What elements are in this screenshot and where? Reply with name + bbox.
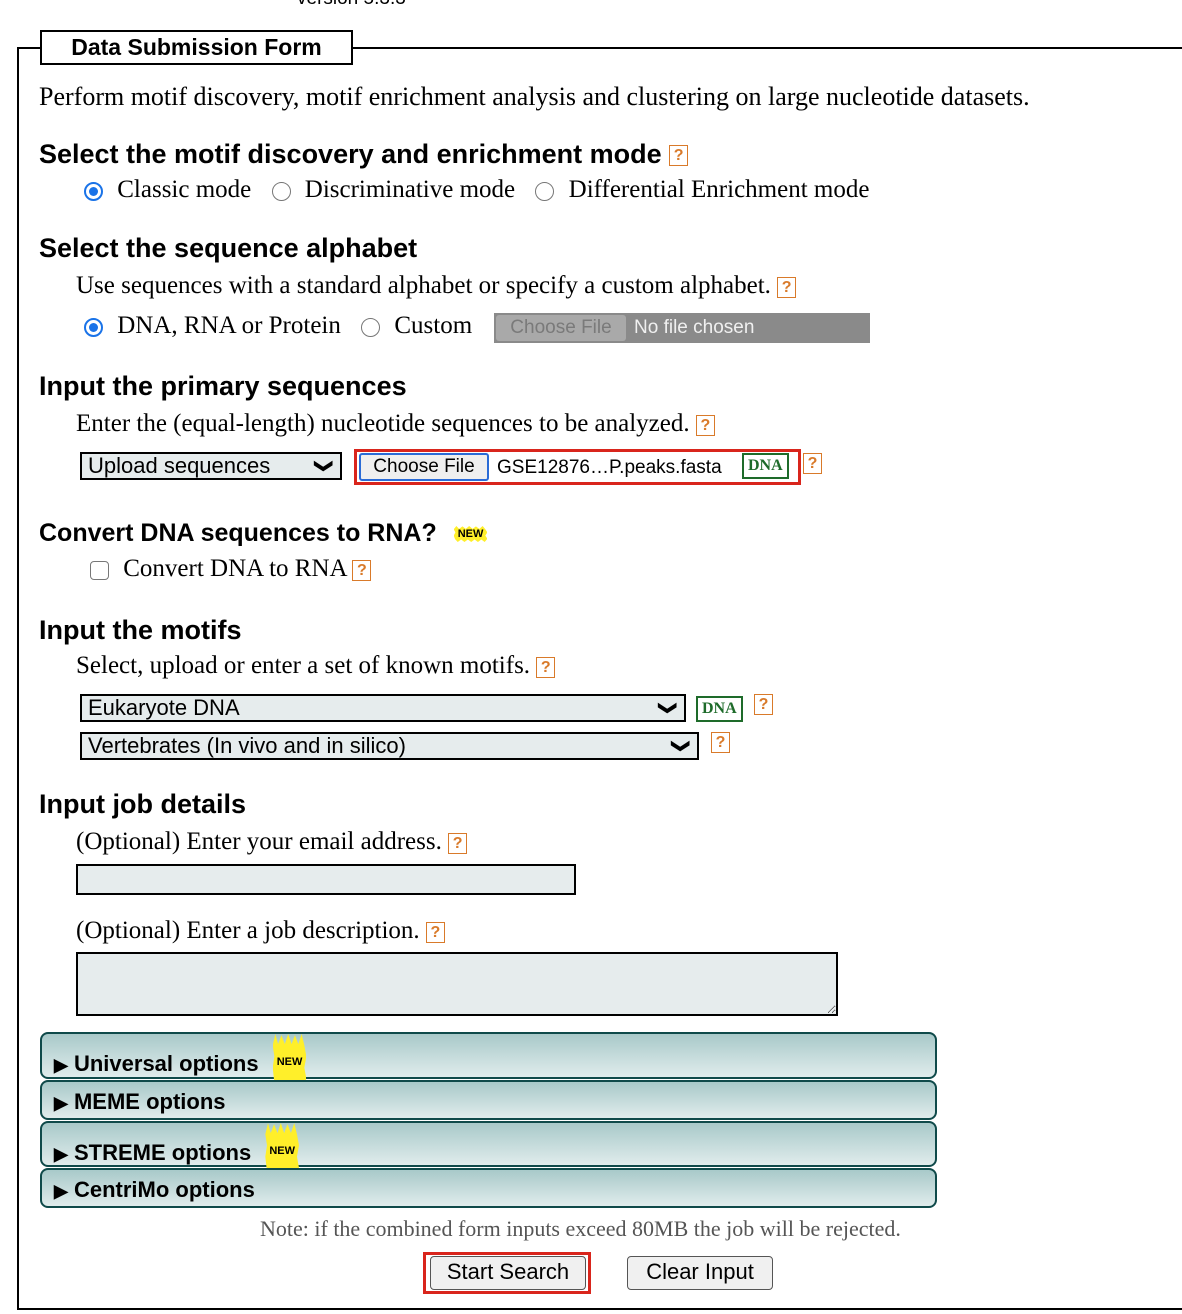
job-description-textarea[interactable] bbox=[76, 952, 838, 1016]
help-icon[interactable]: ? bbox=[695, 414, 715, 436]
radio-standard-alphabet[interactable] bbox=[84, 317, 103, 337]
chevron-down-icon: ❯ bbox=[658, 700, 679, 716]
sequence-source-value: Upload sequences bbox=[88, 453, 271, 478]
panel-label: Universal options bbox=[73, 1051, 259, 1076]
motifs-subtext-text: Select, upload or enter a set of known m… bbox=[76, 652, 531, 679]
motif-database-value: Eukaryote DNA bbox=[88, 695, 240, 720]
choose-file-button[interactable]: Choose File bbox=[359, 453, 489, 481]
description-label-text: (Optional) Enter a job description. bbox=[76, 917, 420, 944]
primary-subtext-text: Enter the (equal-length) nucleotide sequ… bbox=[76, 410, 690, 437]
help-icon[interactable]: ? bbox=[777, 276, 797, 298]
help-icon[interactable]: ? bbox=[536, 656, 556, 678]
version-label: version 5.3.3 bbox=[297, 0, 406, 10]
help-icon-wrap: ? bbox=[803, 453, 822, 474]
form-description: Perform motif discovery, motif enrichmen… bbox=[39, 82, 1030, 111]
chevron-down-icon: ❯ bbox=[671, 738, 692, 754]
meme-options-panel[interactable]: ▶ MEME options bbox=[40, 1080, 937, 1120]
form-legend: Data Submission Form bbox=[40, 30, 353, 65]
email-label: (Optional) Enter your email address. ? bbox=[76, 828, 468, 856]
clear-input-button[interactable]: Clear Input bbox=[627, 1256, 773, 1290]
help-icon[interactable]: ? bbox=[425, 921, 445, 943]
job-heading: Input job details bbox=[39, 789, 246, 819]
motif-subset-value: Vertebrates (In vivo and in silico) bbox=[88, 733, 406, 758]
panel-label: CentriMo options bbox=[73, 1177, 255, 1202]
expand-triangle-icon: ▶ bbox=[54, 1144, 68, 1164]
radio-label-differential: Differential Enrichment mode bbox=[568, 176, 870, 203]
radio-classic-mode[interactable] bbox=[84, 181, 103, 201]
selected-file-name: GSE12876…P.peaks.fasta bbox=[497, 457, 722, 478]
description-label: (Optional) Enter a job description. ? bbox=[76, 917, 445, 945]
mode-radio-group: Classic mode Discriminative mode Differe… bbox=[84, 176, 869, 204]
convert-heading: Convert DNA sequences to RNA? NEW bbox=[39, 519, 488, 548]
panel-label: STREME options bbox=[73, 1140, 252, 1165]
alphabet-radio-group: DNA, RNA or Protein Custom bbox=[84, 312, 472, 340]
help-icon-wrap: ? bbox=[754, 694, 773, 715]
start-search-button[interactable]: Start Search bbox=[430, 1256, 586, 1290]
radio-label-standard: DNA, RNA or Protein bbox=[117, 312, 341, 339]
help-icon[interactable]: ? bbox=[352, 559, 372, 581]
expand-triangle-icon: ▶ bbox=[54, 1181, 68, 1201]
mode-heading: Select the motif discovery and enrichmen… bbox=[39, 139, 689, 170]
alphabet-subtext-text: Use sequences with a standard alphabet o… bbox=[76, 272, 771, 299]
file-status: No file chosen bbox=[634, 317, 755, 338]
convert-heading-text: Convert DNA sequences to RNA? bbox=[39, 519, 437, 547]
primary-heading: Input the primary sequences bbox=[39, 371, 407, 401]
chevron-down-icon: ❯ bbox=[314, 458, 335, 474]
motif-alphabet-badge: DNA bbox=[696, 696, 743, 722]
email-input[interactable] bbox=[76, 864, 576, 895]
alphabet-subtext: Use sequences with a standard alphabet o… bbox=[76, 272, 797, 300]
alphabet-heading: Select the sequence alphabet bbox=[39, 233, 418, 263]
help-icon[interactable]: ? bbox=[711, 732, 730, 753]
convert-checkbox-row: Convert DNA to RNA ? bbox=[90, 555, 372, 583]
radio-label-classic: Classic mode bbox=[117, 176, 252, 203]
motif-database-select[interactable]: Eukaryote DNA ❯ bbox=[80, 694, 686, 722]
convert-checkbox-label: Convert DNA to RNA bbox=[123, 555, 347, 582]
help-icon-wrap: ? bbox=[711, 732, 730, 753]
primary-subtext: Enter the (equal-length) nucleotide sequ… bbox=[76, 410, 715, 438]
choose-file-button-disabled[interactable]: Choose File bbox=[496, 315, 626, 341]
radio-label-custom: Custom bbox=[394, 312, 473, 339]
help-icon[interactable]: ? bbox=[754, 694, 773, 715]
radio-custom-alphabet[interactable] bbox=[361, 317, 381, 337]
dna-badge: DNA bbox=[742, 453, 789, 479]
help-icon[interactable]: ? bbox=[669, 145, 689, 167]
motifs-heading: Input the motifs bbox=[39, 615, 242, 645]
panel-label: MEME options bbox=[73, 1089, 226, 1114]
universal-options-panel[interactable]: ▶ Universal options NEW bbox=[40, 1032, 937, 1090]
motif-subset-select[interactable]: Vertebrates (In vivo and in silico) ❯ bbox=[80, 732, 699, 760]
alphabet-badge: DNA bbox=[742, 453, 789, 479]
help-icon[interactable]: ? bbox=[448, 832, 468, 854]
radio-discriminative-mode[interactable] bbox=[271, 181, 291, 201]
size-limit-note: Note: if the combined form inputs exceed… bbox=[260, 1216, 901, 1241]
streme-options-panel[interactable]: ▶ STREME options NEW bbox=[40, 1121, 937, 1179]
help-icon[interactable]: ? bbox=[803, 453, 822, 474]
dna-badge: DNA bbox=[696, 696, 743, 722]
expand-triangle-icon: ▶ bbox=[54, 1093, 68, 1113]
motifs-subtext: Select, upload or enter a set of known m… bbox=[76, 652, 556, 680]
email-label-text: (Optional) Enter your email address. bbox=[76, 828, 442, 855]
radio-differential-mode[interactable] bbox=[535, 181, 555, 201]
mode-heading-text: Select the motif discovery and enrichmen… bbox=[39, 139, 662, 169]
expand-triangle-icon: ▶ bbox=[54, 1055, 68, 1075]
centrimo-options-panel[interactable]: ▶ CentriMo options bbox=[40, 1168, 937, 1208]
convert-dna-to-rna-checkbox[interactable] bbox=[90, 560, 109, 580]
radio-label-discriminative: Discriminative mode bbox=[304, 176, 516, 203]
custom-alphabet-file-input[interactable]: Choose File No file chosen bbox=[494, 313, 870, 343]
sequence-source-select[interactable]: Upload sequences ❯ bbox=[80, 452, 342, 480]
new-badge: NEW bbox=[453, 526, 488, 542]
